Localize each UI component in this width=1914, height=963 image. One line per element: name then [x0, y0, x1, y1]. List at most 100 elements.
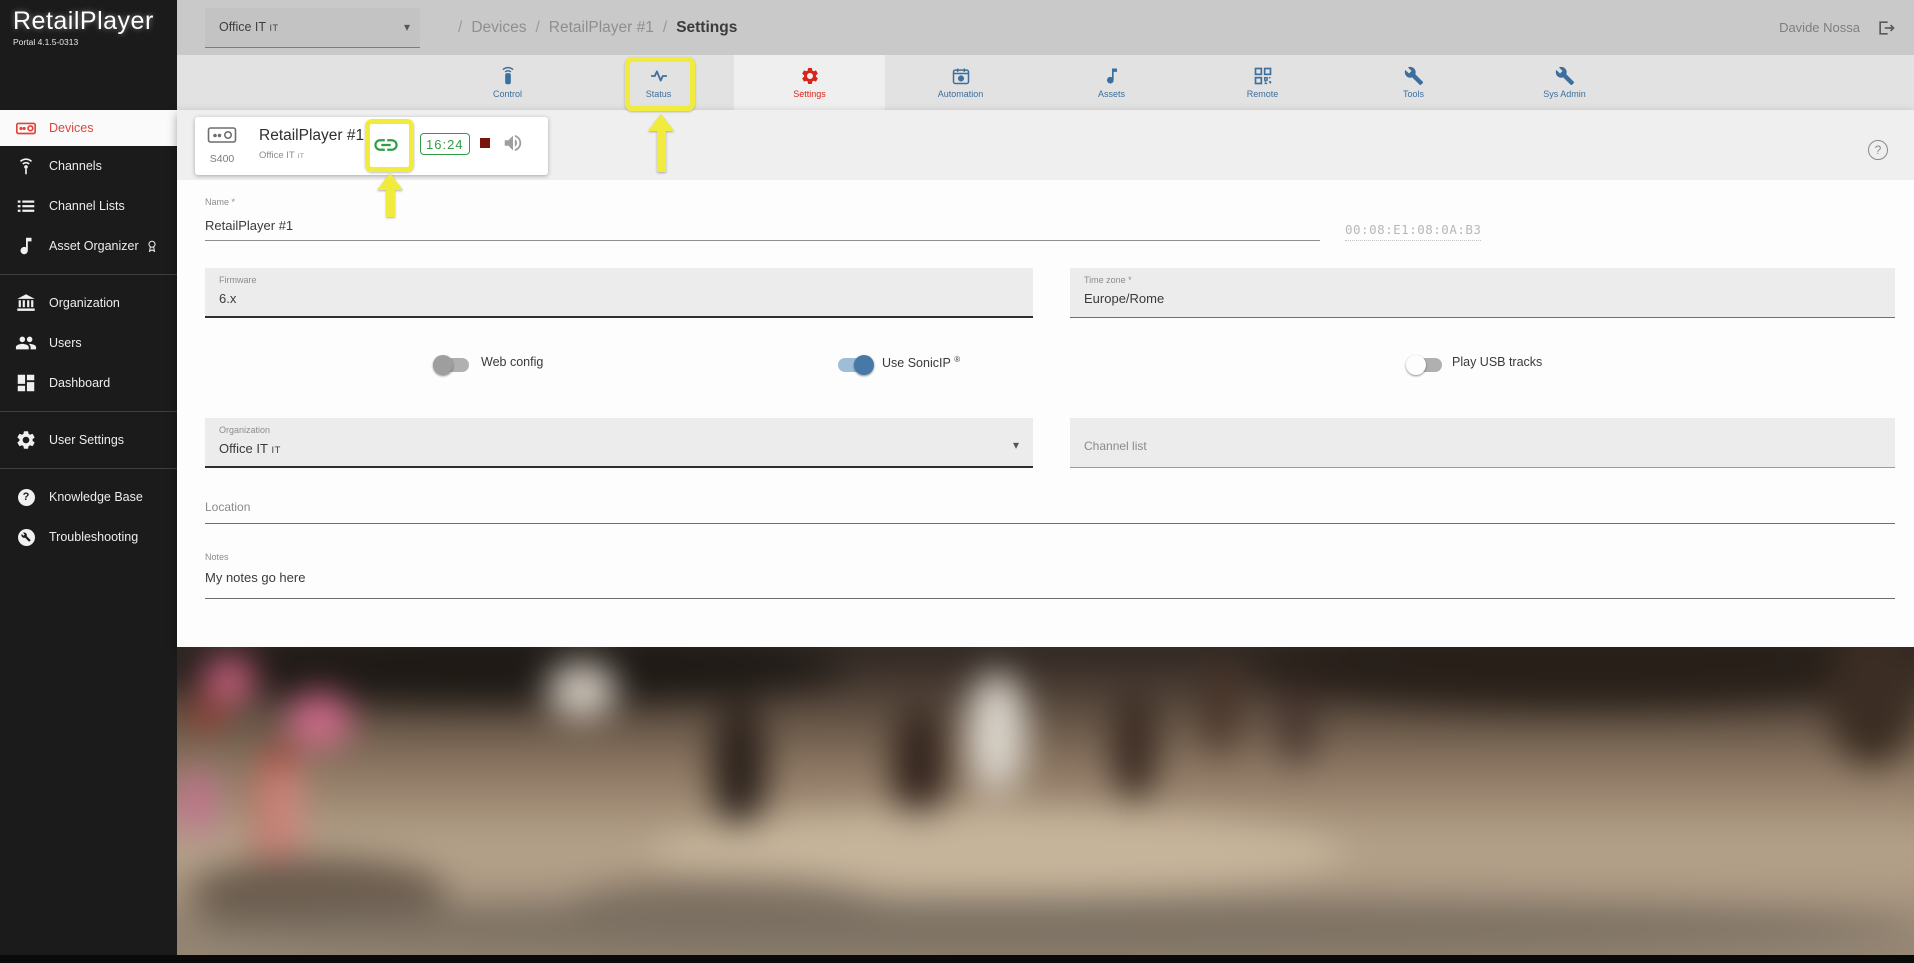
breadcrumb-separator: / [663, 19, 667, 37]
name-input[interactable]: RetailPlayer #1 [205, 218, 293, 233]
gear-icon [800, 66, 820, 86]
tab-remote[interactable]: Remote [1187, 55, 1338, 110]
usb-tracks-toggle[interactable] [1408, 358, 1442, 372]
chevron-down-icon: ▾ [404, 20, 410, 34]
sidebar-item-label: Dashboard [49, 376, 110, 390]
tab-settings[interactable]: Settings [734, 55, 885, 110]
remote-control-icon [498, 66, 518, 86]
channels-icon [15, 155, 37, 177]
notes-underline [205, 598, 1895, 599]
name-underline [205, 240, 1320, 241]
settings-panel: S400 RetailPlayer #1 Office IT IT 16:24 … [177, 110, 1914, 647]
sidebar-item-dashboard[interactable]: Dashboard [0, 363, 177, 403]
sidebar-item-asset-organizer[interactable]: Asset Organizer [0, 226, 177, 266]
tab-sys-admin[interactable]: Sys Admin [1489, 55, 1640, 110]
sidebar-item-users[interactable]: Users [0, 323, 177, 363]
channel-list-field[interactable]: Channel list [1070, 418, 1895, 468]
chevron-down-icon: ▾ [1013, 438, 1019, 452]
sidebar-item-label: Devices [49, 121, 93, 135]
sidebar: RetailPlayer Portal 4.1.5-0313 Devices C… [0, 0, 177, 963]
music-note-icon [15, 235, 37, 257]
player-device-icon [207, 125, 237, 145]
name-label: Name * [205, 197, 235, 207]
background-photo [177, 647, 1914, 955]
sidebar-item-label: Channel Lists [49, 199, 125, 213]
organization-selector-value: Office IT IT [219, 20, 279, 34]
wrench-circle-icon [15, 526, 37, 548]
sidebar-divider [0, 468, 177, 469]
timezone-field[interactable]: Time zone * Europe/Rome [1070, 268, 1895, 318]
app-window: Office IT IT ▾ / Devices / RetailPlayer … [0, 0, 1914, 963]
user-name: Davide Nossa [1779, 20, 1860, 35]
sidebar-item-devices[interactable]: Devices [0, 110, 177, 146]
breadcrumb-device-name[interactable]: RetailPlayer #1 [549, 19, 654, 37]
sidebar-item-label: Users [49, 336, 82, 350]
firmware-field[interactable]: Firmware 6.x [205, 268, 1033, 318]
sidebar-item-user-settings[interactable]: User Settings [0, 420, 177, 460]
dashboard-icon [15, 372, 37, 394]
device-name: RetailPlayer #1 [259, 127, 364, 145]
organization-value: Office IT IT [219, 441, 1019, 456]
wrench-icon [1404, 66, 1424, 86]
wrench-icon [1555, 66, 1575, 86]
sidebar-item-troubleshooting[interactable]: Troubleshooting [0, 517, 177, 557]
annotation-box-status-tab [625, 57, 695, 111]
award-icon [145, 239, 159, 253]
sidebar-nav: Devices Channels Channel Lists Asset Org… [0, 110, 177, 557]
firmware-label: Firmware [219, 275, 1019, 285]
stop-record-icon [477, 136, 493, 148]
help-circle-icon: ? [15, 486, 37, 508]
web-config-label: Web config [481, 355, 543, 369]
app-version: Portal 4.1.5-0313 [13, 37, 177, 47]
sidebar-divider [0, 274, 177, 275]
sidebar-divider [0, 411, 177, 412]
notes-input[interactable]: My notes go here [205, 570, 305, 585]
sidebar-item-organization[interactable]: Organization [0, 283, 177, 323]
device-organization: Office IT IT [259, 150, 304, 161]
sidebar-item-label: User Settings [49, 433, 124, 447]
help-icon[interactable]: ? [1868, 140, 1888, 160]
annotation-arrow-link [377, 173, 403, 217]
tab-assets[interactable]: Assets [1036, 55, 1187, 110]
web-config-toggle[interactable] [435, 358, 469, 372]
sidebar-item-label: Troubleshooting [49, 530, 138, 544]
timezone-label: Time zone * [1084, 275, 1881, 285]
sidebar-item-channel-lists[interactable]: Channel Lists [0, 186, 177, 226]
sidebar-item-channels[interactable]: Channels [0, 146, 177, 186]
tab-automation[interactable]: Automation [885, 55, 1036, 110]
bottom-bar [0, 955, 1914, 963]
device-time-badge: 16:24 [420, 133, 470, 155]
location-input[interactable]: Location [205, 500, 250, 514]
breadcrumb-devices[interactable]: Devices [471, 19, 526, 37]
devices-icon [15, 117, 37, 139]
usb-tracks-label: Play USB tracks [1452, 355, 1542, 369]
firmware-value: 6.x [219, 291, 1019, 306]
gear-icon [15, 429, 37, 451]
sidebar-item-label: Asset Organizer [49, 239, 159, 253]
sidebar-item-label: Channels [49, 159, 102, 173]
speaker-icon [502, 132, 524, 154]
logout-icon[interactable] [1876, 18, 1896, 38]
organization-label: Organization [219, 425, 1019, 435]
qr-code-icon [1253, 66, 1273, 86]
sidebar-item-knowledge-base[interactable]: ? Knowledge Base [0, 477, 177, 517]
sonicip-toggle[interactable] [838, 358, 872, 372]
sidebar-item-label: Organization [49, 296, 120, 310]
app-logo: RetailPlayer Portal 4.1.5-0313 [0, 0, 177, 57]
channel-lists-icon [15, 195, 37, 217]
users-icon [15, 332, 37, 354]
top-header: Office IT IT ▾ / Devices / RetailPlayer … [177, 0, 1914, 55]
channel-list-label: Channel list [1084, 425, 1881, 468]
app-title: RetailPlayer [13, 7, 177, 36]
tab-control[interactable]: Control [432, 55, 583, 110]
organization-selector[interactable]: Office IT IT ▾ [205, 8, 420, 48]
breadcrumb-separator: / [535, 19, 539, 37]
organization-dropdown[interactable]: Organization Office IT IT ▾ [205, 418, 1033, 468]
timezone-value: Europe/Rome [1084, 291, 1881, 306]
annotation-box-link-icon [365, 119, 414, 172]
device-model: S400 [207, 153, 237, 165]
breadcrumb-separator: / [458, 19, 462, 37]
tab-tools[interactable]: Tools [1338, 55, 1489, 110]
device-tab-bar: Control Status Settings Automation Asset… [177, 55, 1914, 110]
calendar-gear-icon [951, 66, 971, 86]
